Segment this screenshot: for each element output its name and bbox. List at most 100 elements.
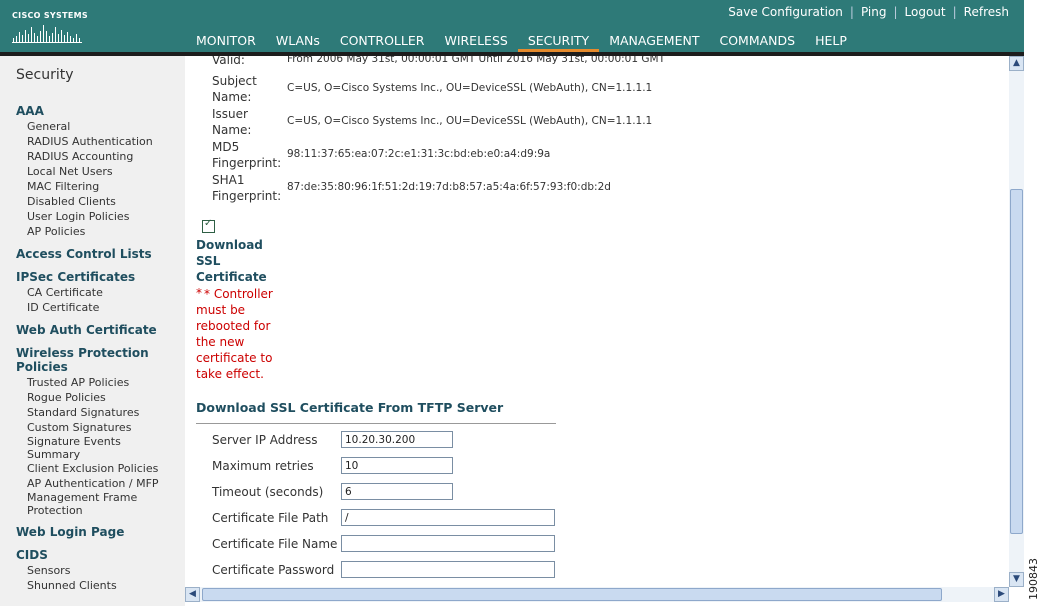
- menu-wlans[interactable]: WLANs: [266, 33, 330, 52]
- sidebar-item-custom-signatures[interactable]: Custom Signatures: [27, 421, 131, 434]
- top-links: Save Configuration | Ping | Logout | Ref…: [722, 5, 1015, 19]
- menu-wireless[interactable]: WIRELESS: [434, 33, 517, 52]
- note-line5: certificate to: [196, 351, 273, 365]
- sidebar-section-cids[interactable]: CIDS: [16, 548, 48, 562]
- certificate-file-name-input[interactable]: [341, 535, 555, 552]
- sidebar-section-web-login-page[interactable]: Web Login Page: [16, 525, 124, 539]
- note-line3: rebooted for: [196, 319, 271, 333]
- sidebar-item-signature-events-summary[interactable]: Signature Events Summary: [27, 435, 137, 461]
- sha1-label-line1: SHA1: [212, 173, 245, 187]
- menu-monitor[interactable]: MONITOR: [186, 33, 266, 52]
- reboot-warning-note: * Controller must be rebooted for the ne…: [196, 286, 276, 382]
- main-content: Valid: From 2006 May 31st, 00:00:01 GMT …: [185, 56, 1009, 587]
- menu-commands[interactable]: COMMANDS: [709, 33, 805, 52]
- md5-fingerprint-value: 98:11:37:65:ea:07:2c:e1:31:3c:bd:eb:e0:a…: [287, 148, 551, 160]
- sidebar-section-access-control-lists[interactable]: Access Control Lists: [16, 247, 152, 261]
- logo-bars-icon: [12, 25, 82, 43]
- menu-management[interactable]: MANAGEMENT: [599, 33, 709, 52]
- sidebar-item-user-login-policies[interactable]: User Login Policies: [27, 210, 129, 223]
- issuer-label-line2: Name:: [212, 123, 252, 137]
- save-configuration-link[interactable]: Save Configuration: [722, 5, 849, 19]
- note-line1: * Controller: [204, 287, 273, 301]
- download-label-line2: SSL: [196, 254, 221, 268]
- main-menu: MONITOR WLANs CONTROLLER WIRELESS SECURI…: [186, 33, 857, 52]
- scroll-up-icon[interactable]: ▲: [1009, 56, 1024, 71]
- md5-label-line2: Fingerprint:: [212, 156, 282, 170]
- scroll-left-icon[interactable]: ◀: [185, 587, 200, 602]
- subject-label-line2: Name:: [212, 90, 252, 104]
- timeout-seconds-input[interactable]: [341, 483, 453, 500]
- vertical-scrollbar[interactable]: ▲ ▼: [1009, 56, 1024, 587]
- sidebar-item-trusted-ap-policies[interactable]: Trusted AP Policies: [27, 376, 129, 389]
- sha1-label-line2: Fingerprint:: [212, 189, 282, 203]
- sidebar-item-sensors[interactable]: Sensors: [27, 564, 70, 577]
- horizontal-scrollbar[interactable]: ◀ ▶: [185, 587, 1009, 602]
- sidebar-item-ap-policies[interactable]: AP Policies: [27, 225, 85, 238]
- sidebar-section-wireless-protection-policies[interactable]: Wireless Protection Policies: [16, 346, 166, 374]
- md5-label-line1: MD5: [212, 140, 240, 154]
- vertical-scroll-thumb[interactable]: [1010, 189, 1023, 534]
- sidebar-section-aaa[interactable]: AAA: [16, 104, 44, 118]
- certificate-file-path-input[interactable]: [341, 509, 555, 526]
- sha1-fingerprint-value: 87:de:35:80:96:1f:51:2d:19:7d:b8:57:a5:4…: [287, 181, 611, 193]
- issuer-name-label: Issuer Name:: [212, 106, 251, 138]
- sidebar-section-ipsec-certificates[interactable]: IPSec Certificates: [16, 270, 135, 284]
- timeout-seconds-label: Timeout (seconds): [212, 485, 324, 499]
- sidebar-item-id-certificate[interactable]: ID Certificate: [27, 301, 99, 314]
- download-label-line3: Certificate: [196, 270, 267, 284]
- logo-text: Cisco Systems: [12, 11, 88, 20]
- ping-link[interactable]: Ping: [855, 5, 893, 19]
- sidebar-item-standard-signatures[interactable]: Standard Signatures: [27, 406, 139, 419]
- menu-controller[interactable]: CONTROLLER: [330, 33, 435, 52]
- sidebar: Security AAA General RADIUS Authenticati…: [0, 56, 185, 606]
- horizontal-scroll-thumb[interactable]: [202, 588, 942, 601]
- sidebar-item-ca-certificate[interactable]: CA Certificate: [27, 286, 103, 299]
- header-bar: Cisco Systems Save Configuration | Ping …: [0, 0, 1024, 52]
- note-line2: must be: [196, 303, 246, 317]
- certificate-file-name-label: Certificate File Name: [212, 537, 338, 551]
- download-label-line1: Download: [196, 238, 263, 252]
- maximum-retries-label: Maximum retries: [212, 459, 314, 473]
- issuer-label-line1: Issuer: [212, 107, 248, 121]
- sidebar-item-radius-authentication[interactable]: RADIUS Authentication: [27, 135, 153, 148]
- server-ip-address-label: Server IP Address: [212, 433, 318, 447]
- subject-name-label: Subject Name:: [212, 73, 257, 105]
- sidebar-item-client-exclusion-policies[interactable]: Client Exclusion Policies: [27, 462, 158, 475]
- sha1-fingerprint-label: SHA1 Fingerprint:: [212, 172, 281, 204]
- server-ip-address-input[interactable]: [341, 431, 453, 448]
- figure-number: 190843: [1027, 558, 1040, 600]
- sidebar-item-shunned-clients[interactable]: Shunned Clients: [27, 579, 117, 592]
- sidebar-title: Security: [16, 67, 74, 83]
- tftp-section-title: Download SSL Certificate From TFTP Serve…: [196, 400, 504, 415]
- note-line6: take effect.: [196, 367, 264, 381]
- sidebar-item-ap-authentication-mfp[interactable]: AP Authentication / MFP: [27, 477, 159, 490]
- certificate-file-path-label: Certificate File Path: [212, 511, 329, 525]
- sidebar-section-web-auth-certificate[interactable]: Web Auth Certificate: [16, 323, 157, 337]
- menu-security[interactable]: SECURITY: [517, 33, 600, 52]
- logout-link[interactable]: Logout: [899, 5, 952, 19]
- certificate-password-input[interactable]: [341, 561, 555, 578]
- sidebar-item-management-frame-protection[interactable]: Management Frame Protection: [27, 491, 152, 517]
- valid-value: From 2006 May 31st, 00:00:01 GMT Until 2…: [287, 56, 665, 65]
- issuer-name-value: C=US, O=Cisco Systems Inc., OU=DeviceSSL…: [287, 115, 653, 127]
- md5-fingerprint-label: MD5 Fingerprint:: [212, 139, 281, 171]
- note-line4: the new: [196, 335, 245, 349]
- subject-name-value: C=US, O=Cisco Systems Inc., OU=DeviceSSL…: [287, 82, 653, 94]
- sidebar-item-radius-accounting[interactable]: RADIUS Accounting: [27, 150, 133, 163]
- valid-label: Valid:: [212, 56, 245, 67]
- cisco-logo: Cisco Systems: [11, 8, 88, 46]
- menu-help[interactable]: HELP: [805, 33, 857, 52]
- refresh-link[interactable]: Refresh: [958, 5, 1015, 19]
- subject-label-line1: Subject: [212, 74, 257, 88]
- section-divider: [196, 423, 556, 424]
- scroll-down-icon[interactable]: ▼: [1009, 572, 1024, 587]
- download-ssl-certificate-checkbox[interactable]: [202, 218, 215, 233]
- scroll-right-icon[interactable]: ▶: [994, 587, 1009, 602]
- sidebar-item-rogue-policies[interactable]: Rogue Policies: [27, 391, 106, 404]
- certificate-password-label: Certificate Password: [212, 563, 335, 577]
- sidebar-item-local-net-users[interactable]: Local Net Users: [27, 165, 113, 178]
- maximum-retries-input[interactable]: [341, 457, 453, 474]
- sidebar-item-disabled-clients[interactable]: Disabled Clients: [27, 195, 116, 208]
- sidebar-item-general[interactable]: General: [27, 120, 70, 133]
- sidebar-item-mac-filtering[interactable]: MAC Filtering: [27, 180, 99, 193]
